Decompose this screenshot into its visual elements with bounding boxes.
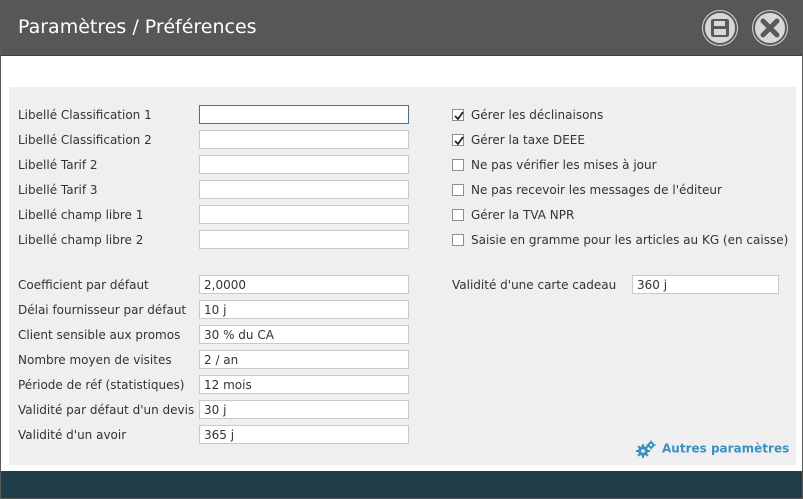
label-tarif-2: Libellé Tarif 2 [18,158,98,172]
checkbox-saisie-gramme[interactable] [452,234,464,246]
coefficient-input[interactable] [199,275,409,294]
label-champ-libre-1: Libellé champ libre 1 [18,208,144,222]
checkbox-tva-npr[interactable] [452,209,464,221]
title-bar: Paramètres / Préférences [1,1,802,56]
carte-cadeau-input[interactable] [632,275,779,294]
label-validite-avoir: Validité d'un avoir [18,428,127,442]
classification-1-input[interactable] [199,105,409,124]
checkbox-declinaisons[interactable] [452,109,464,121]
tarif-3-input[interactable] [199,180,409,199]
client-promos-input[interactable] [199,325,409,344]
checkbox-label-messages-editeur: Ne pas recevoir les messages de l'éditeu… [471,183,722,197]
gears-icon [636,440,656,458]
label-visites: Nombre moyen de visites [18,353,172,367]
checkbox-label-declinaisons: Gérer les déclinaisons [471,108,604,122]
tarif-2-input[interactable] [199,155,409,174]
label-tarif-3: Libellé Tarif 3 [18,183,98,197]
delai-fournisseur-input[interactable] [199,300,409,319]
window-title: Paramètres / Préférences [18,16,257,38]
preferences-window: Paramètres / Préférences Libellé Classif… [0,0,803,499]
label-champ-libre-2: Libellé champ libre 2 [18,233,144,247]
label-coefficient: Coefficient par défaut [18,278,149,292]
visites-input[interactable] [199,350,409,369]
checkmark-icon [454,136,464,146]
label-classification-1: Libellé Classification 1 [18,108,152,122]
checkmark-icon [454,111,464,121]
other-params-link[interactable]: Autres paramètres [636,440,789,458]
validite-devis-input[interactable] [199,400,409,419]
checkbox-taxe-deee[interactable] [452,134,464,146]
classification-2-input[interactable] [199,130,409,149]
periode-ref-input[interactable] [199,375,409,394]
close-icon [753,11,787,45]
label-delai-fournisseur: Délai fournisseur par défaut [18,303,187,317]
checkbox-label-mises-a-jour: Ne pas vérifier les mises à jour [471,158,657,172]
label-periode-ref: Période de réf (statistiques) [18,378,185,392]
checkbox-mises-a-jour[interactable] [452,159,464,171]
validite-avoir-input[interactable] [199,425,409,444]
close-button[interactable] [752,10,788,46]
label-carte-cadeau: Validité d'une carte cadeau [452,278,617,292]
checkbox-label-taxe-deee: Gérer la taxe DEEE [471,133,585,147]
checkbox-label-saisie-gramme: Saisie en gramme pour les articles au KG… [471,233,789,247]
footer-bar [1,471,802,498]
champ-libre-2-input[interactable] [199,230,409,249]
label-validite-devis: Validité par défaut d'un devis [18,403,195,417]
checkbox-messages-editeur[interactable] [452,184,464,196]
checkbox-label-tva-npr: Gérer la TVA NPR [471,208,575,222]
label-client-promos: Client sensible aux promos [18,328,181,342]
label-classification-2: Libellé Classification 2 [18,133,152,147]
champ-libre-1-input[interactable] [199,205,409,224]
floppy-disk-icon [703,11,737,45]
other-params-label: Autres paramètres [662,441,790,456]
save-button[interactable] [702,10,738,46]
